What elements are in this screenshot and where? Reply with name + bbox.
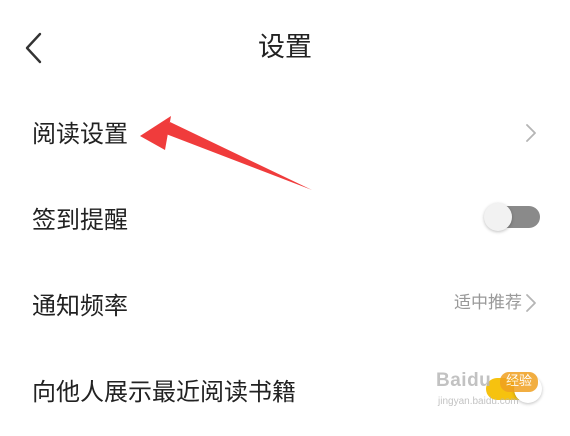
settings-row-reading[interactable]: 阅读设置 xyxy=(0,92,570,178)
watermark-sub: jingyan.baidu.com xyxy=(438,396,519,407)
toggle-knob xyxy=(484,203,512,231)
watermark-brand: Baidu xyxy=(436,370,492,391)
settings-row-label: 签到提醒 xyxy=(32,206,128,234)
chevron-right-icon xyxy=(526,294,536,312)
settings-row-label: 通知频率 xyxy=(32,292,128,320)
notification-frequency-value: 适中推荐 xyxy=(454,293,522,313)
page-title: 设置 xyxy=(258,32,312,63)
baidu-jingyan-watermark: Baidu 经验 jingyan.baidu.com xyxy=(434,368,554,416)
header-bar: 设置 xyxy=(0,0,570,98)
checkin-reminder-toggle[interactable] xyxy=(484,203,540,231)
settings-row-label: 向他人展示最近阅读书籍 xyxy=(32,378,296,406)
settings-row-label: 阅读设置 xyxy=(32,120,128,148)
settings-screen: 设置 阅读设置 签到提醒 通知频率 适中推荐 向他人展示最近阅读书籍 Baidu… xyxy=(0,0,570,430)
chevron-right-icon xyxy=(526,124,536,142)
settings-row-checkin-reminder: 签到提醒 xyxy=(0,178,570,264)
watermark-badge: 经验 xyxy=(500,372,539,392)
settings-row-notification-frequency[interactable]: 通知频率 适中推荐 xyxy=(0,264,570,350)
